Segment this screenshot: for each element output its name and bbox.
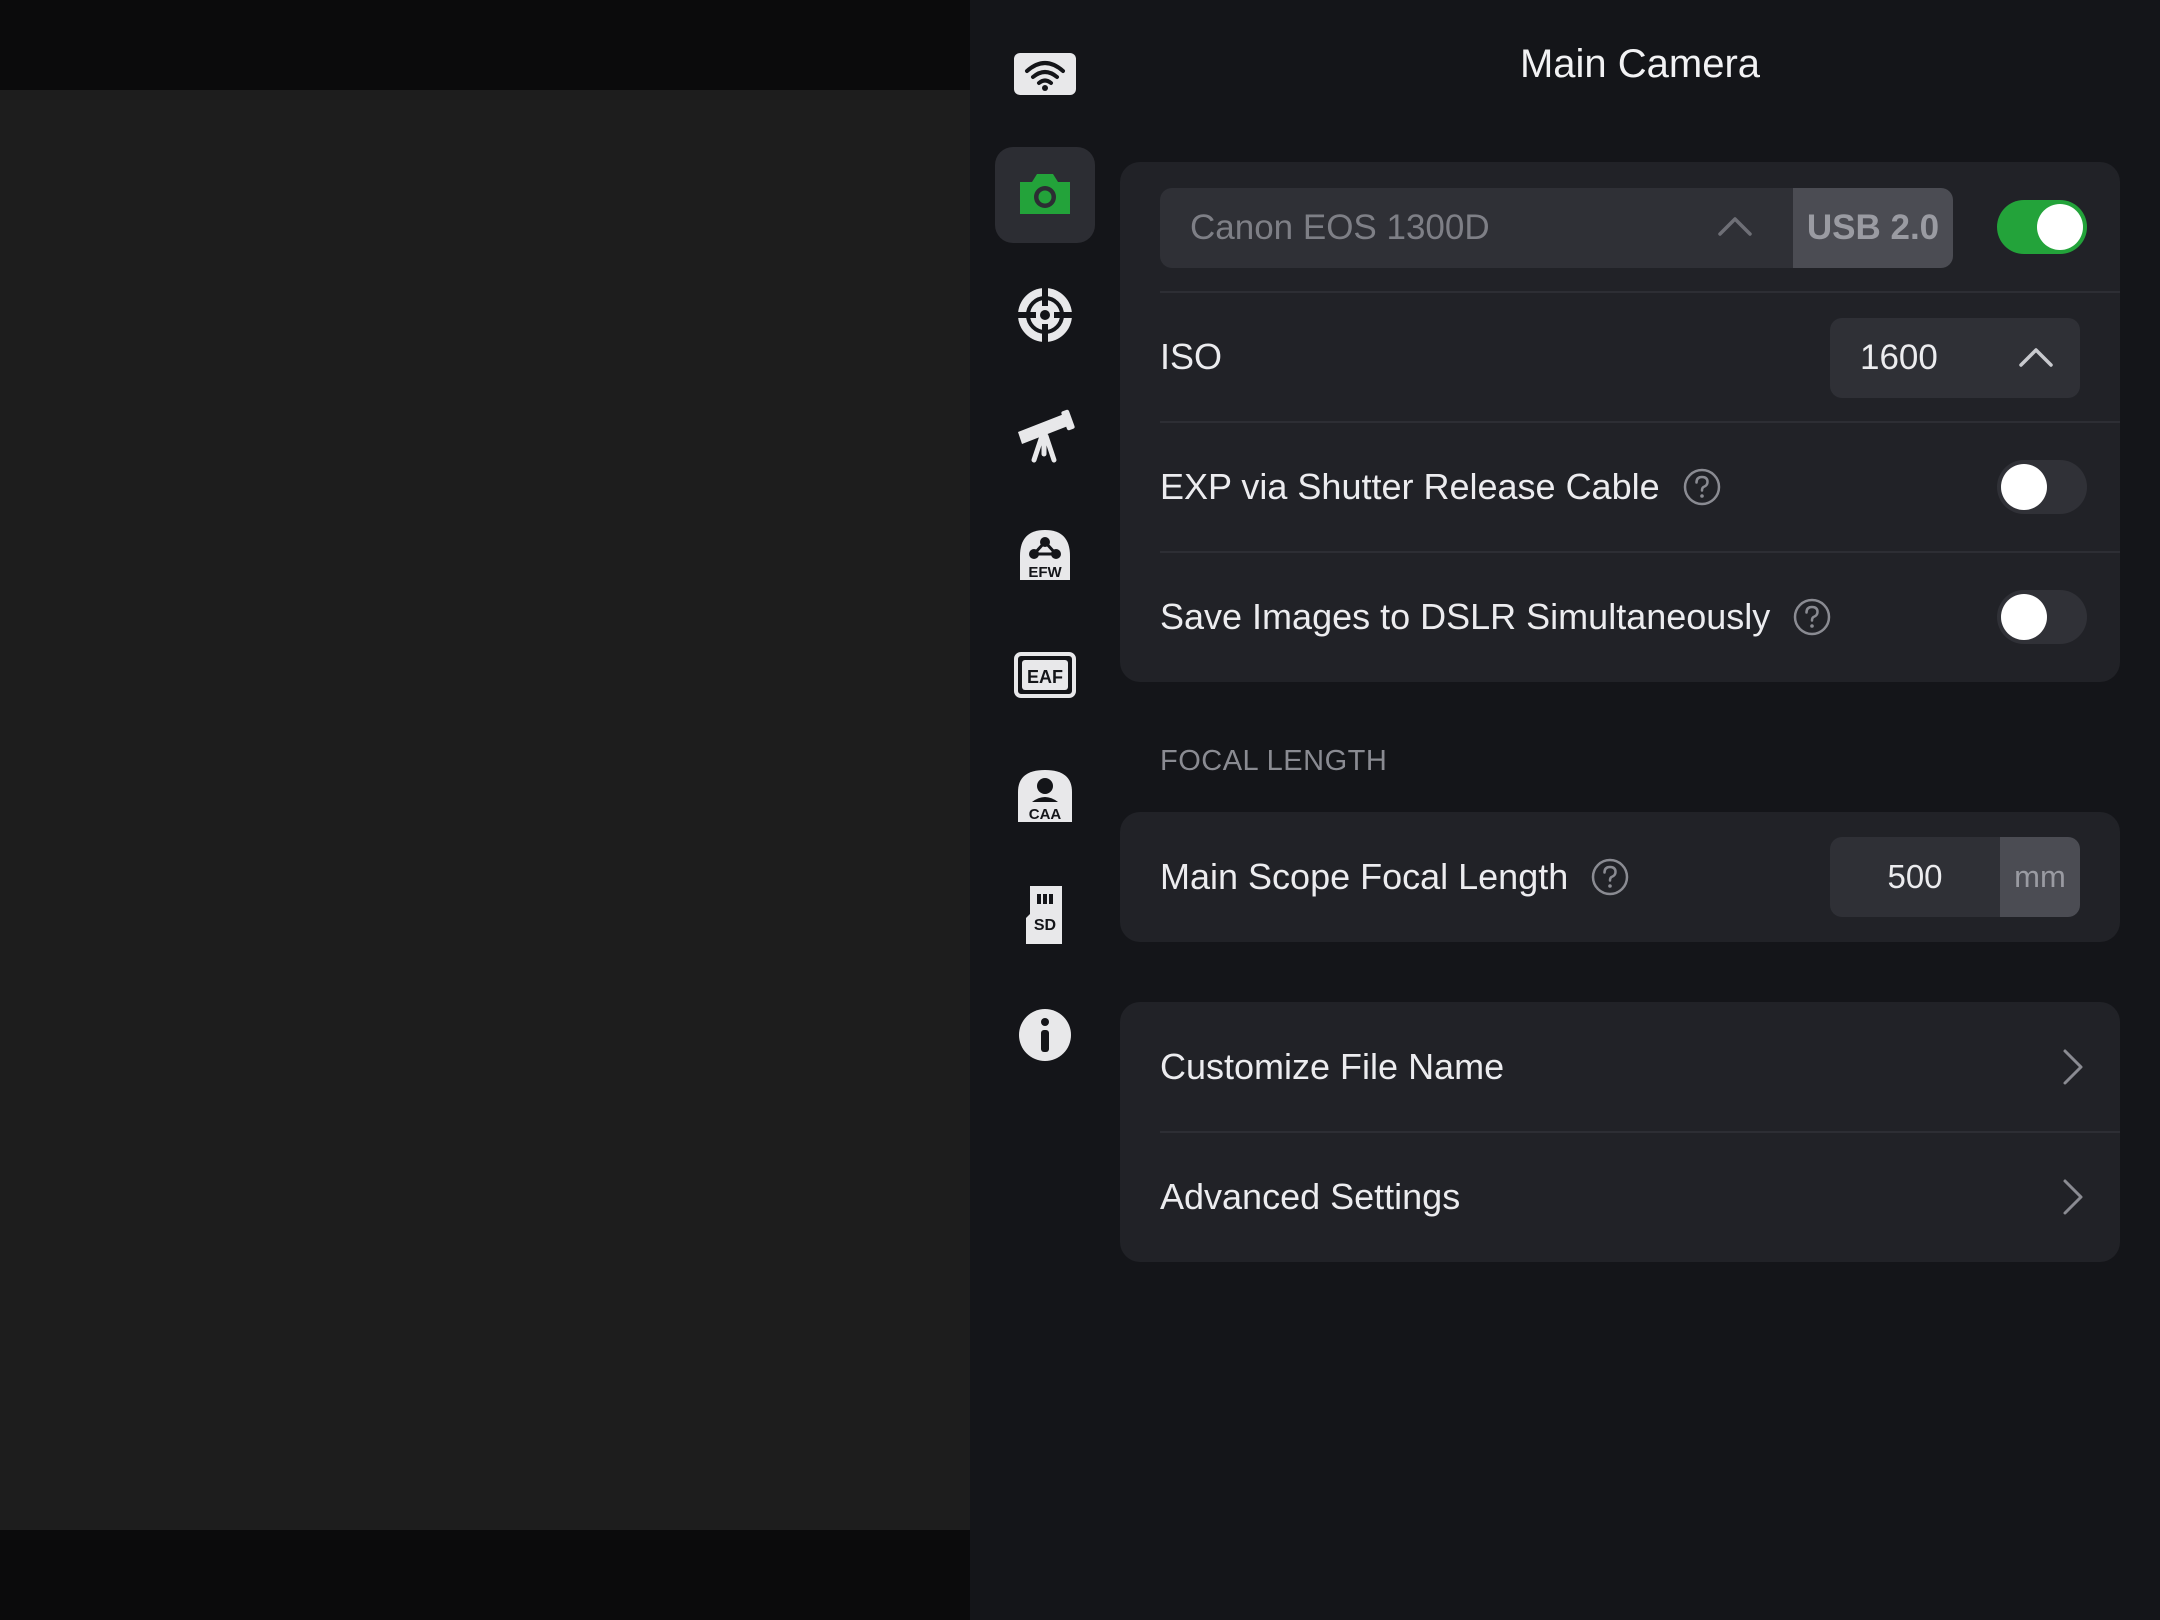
info-icon	[1012, 1002, 1078, 1068]
image-preview-area	[0, 0, 970, 1620]
camera-icon	[1012, 162, 1078, 228]
svg-text:EAF: EAF	[1027, 667, 1063, 687]
advanced-settings-label: Advanced Settings	[1160, 1176, 1461, 1217]
rail-item-info[interactable]	[995, 987, 1095, 1083]
rail-item-wifi[interactable]	[995, 26, 1095, 122]
focal-length-section-header: FOCAL LENGTH	[1160, 745, 1388, 777]
rail-item-sd[interactable]: SD	[995, 867, 1095, 963]
save-dslr-toggle[interactable]	[1997, 590, 2087, 644]
help-icon[interactable]	[1682, 467, 1722, 507]
page-title: Main Camera	[1519, 42, 1761, 86]
rail-item-efw[interactable]: EFW	[995, 507, 1095, 603]
save-dslr-label-group: Save Images to DSLR Simultaneously	[1160, 552, 1832, 682]
chevron-right-icon	[2062, 1177, 2084, 1217]
wifi-icon	[1012, 41, 1078, 107]
rail-item-telescope[interactable]	[995, 387, 1095, 483]
chevron-right-icon	[2062, 1047, 2084, 1087]
help-icon[interactable]	[1792, 597, 1832, 637]
exp-shutter-toggle[interactable]	[1997, 460, 2087, 514]
connection-type-badge: USB 2.0	[1793, 188, 1953, 268]
save-dslr-row: Save Images to DSLR Simultaneously	[1160, 552, 2120, 682]
focal-length-label-group: Main Scope Focal Length	[1160, 812, 1630, 942]
device-nav-rail: EFW EAF CAA SD	[970, 0, 1120, 1620]
focal-length-unit: mm	[2000, 837, 2080, 917]
chevron-up-icon	[1717, 214, 1753, 238]
camera-enable-toggle[interactable]	[1997, 200, 2087, 254]
camera-select-value: Canon EOS 1300D	[1190, 208, 1490, 247]
advanced-settings-row[interactable]: Advanced Settings	[1160, 1132, 2120, 1262]
rail-item-camera[interactable]	[995, 147, 1095, 243]
settings-panel: EFW EAF CAA SD Main Camera Canon EOS 130…	[970, 0, 2160, 1620]
more-settings-card: Customize File Name Advanced Settings	[1120, 1002, 2120, 1262]
svg-text:EFW: EFW	[1028, 564, 1062, 581]
camera-settings-card: Canon EOS 1300D USB 2.0 ISO 1600 EXP via…	[1120, 162, 2120, 682]
guide-target-icon	[1012, 282, 1078, 348]
rotator-icon: CAA	[1012, 762, 1078, 828]
toggle-knob	[2001, 594, 2047, 640]
rail-item-caa[interactable]: CAA	[995, 747, 1095, 843]
iso-select-dropdown[interactable]: 1600	[1830, 318, 2080, 398]
sd-card-icon: SD	[1012, 882, 1078, 948]
customize-file-name-label: Customize File Name	[1160, 1046, 1505, 1087]
toggle-knob	[2001, 464, 2047, 510]
iso-value: 1600	[1860, 338, 1938, 377]
exp-shutter-label-group: EXP via Shutter Release Cable	[1160, 422, 1722, 552]
svg-text:CAA: CAA	[1029, 806, 1062, 823]
focuser-icon: EAF	[1012, 642, 1078, 708]
camera-select-dropdown[interactable]: Canon EOS 1300D	[1160, 188, 1793, 268]
save-dslr-label: Save Images to DSLR Simultaneously	[1160, 596, 1771, 637]
telescope-icon	[1012, 402, 1078, 468]
iso-label: ISO	[1160, 336, 1223, 377]
exp-shutter-row: EXP via Shutter Release Cable	[1160, 422, 2120, 552]
help-icon[interactable]	[1590, 857, 1630, 897]
focal-length-label: Main Scope Focal Length	[1160, 856, 1569, 897]
exp-shutter-label: EXP via Shutter Release Cable	[1160, 466, 1660, 507]
focal-length-input[interactable]: 500	[1830, 837, 2000, 917]
chevron-up-icon	[2018, 345, 2054, 369]
focal-length-card: Main Scope Focal Length 500 mm	[1120, 812, 2120, 942]
filter-wheel-icon: EFW	[1012, 522, 1078, 588]
rail-item-guide[interactable]	[995, 267, 1095, 363]
camera-preview-image[interactable]	[0, 90, 970, 1530]
rail-item-eaf[interactable]: EAF	[995, 627, 1095, 723]
customize-file-name-row[interactable]: Customize File Name	[1160, 1002, 2120, 1132]
toggle-knob	[2037, 204, 2083, 250]
svg-text:SD: SD	[1034, 917, 1056, 934]
